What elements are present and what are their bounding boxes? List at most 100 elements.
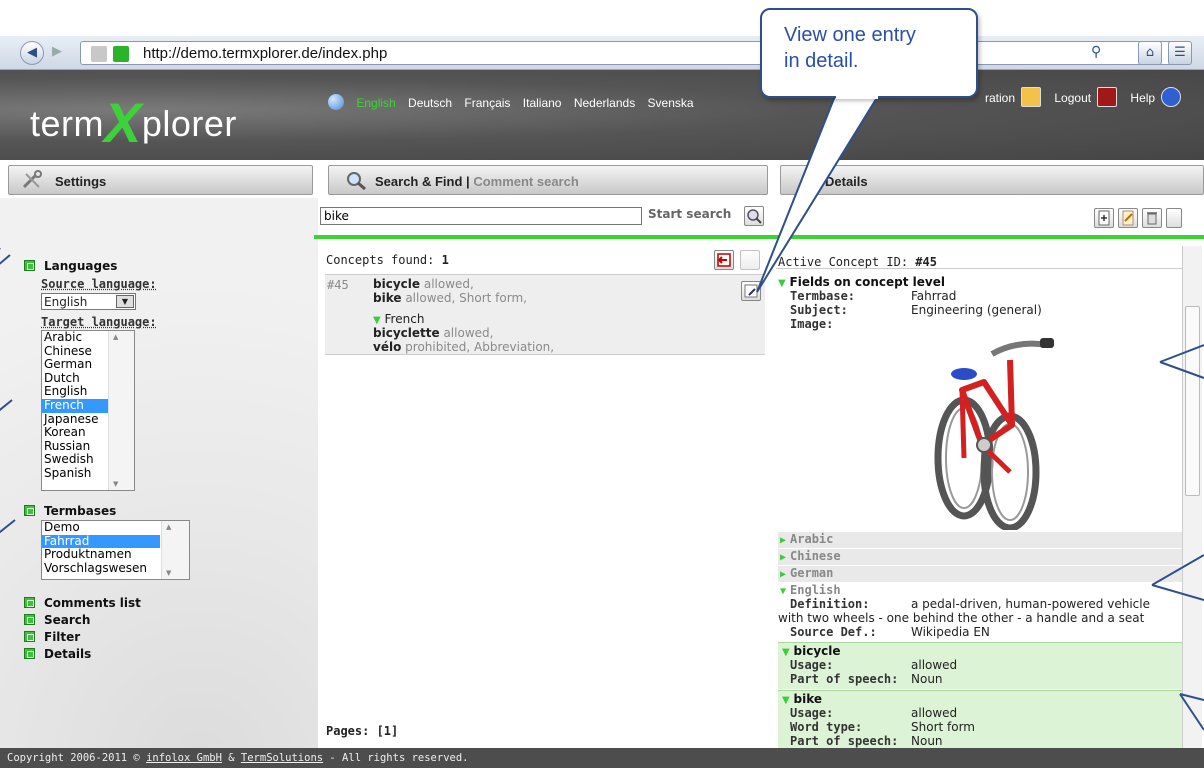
scrollbar[interactable] <box>161 521 189 579</box>
bookmark-icon[interactable]: ☰ <box>1168 41 1192 65</box>
accent-divider <box>314 235 1204 239</box>
source-def-field: Source Def.: <box>790 625 877 639</box>
view-detail-icon[interactable] <box>741 281 761 301</box>
definition-line2: with two wheels - one behind the other -… <box>778 611 1145 625</box>
details-scrollbar[interactable] <box>1182 246 1202 748</box>
logout-link[interactable]: Logout <box>1054 91 1091 105</box>
checkbox-icon <box>24 597 35 608</box>
divider <box>776 268 1182 269</box>
footer: Copyright 2006-2011 © infolox GmbH & Ter… <box>0 748 1204 768</box>
search-panel-header: Search & Find | Comment search <box>328 165 768 195</box>
lang-italiano[interactable]: Italiano <box>523 96 562 110</box>
concepts-found: Concepts found: 1 <box>326 253 449 267</box>
callout-joint <box>836 96 878 99</box>
list-item-selected[interactable]: Fahrrad <box>42 534 160 549</box>
logout-icon[interactable] <box>1097 87 1118 107</box>
checkbox-icon <box>24 614 35 625</box>
result-term: bicyclette allowed, <box>373 326 494 340</box>
definition-field: Definition: <box>790 597 870 611</box>
infolox-link[interactable]: infolox GmbH <box>146 752 222 764</box>
details-panel: Active Concept ID: #45 ▼ Fields on conce… <box>772 198 1204 748</box>
back-icon[interactable]: ◀ <box>20 41 44 65</box>
callout-line-1: View one entry <box>784 24 916 46</box>
edit-entry-icon[interactable] <box>1118 208 1138 228</box>
help-link[interactable]: Help <box>1130 91 1155 105</box>
tab-separator: | <box>466 174 470 189</box>
tools-icon <box>21 170 45 190</box>
browser-toolbar: ◀ ▶ http://demo.termxplorer.de/index.php… <box>0 36 1204 70</box>
subject-value: Engineering (general) <box>911 303 1042 317</box>
interface-language-menu: English Deutsch Français Italiano Nederl… <box>328 94 703 110</box>
lang-nederlands[interactable]: Nederlands <box>574 96 635 110</box>
comments-list-link[interactable]: Comments list <box>24 596 141 610</box>
active-concept-id: Active Concept ID: #45 <box>778 255 937 269</box>
help-icon[interactable] <box>1161 87 1182 107</box>
globe-icon <box>328 94 344 110</box>
termbase-field: Termbase: <box>790 289 856 303</box>
search-bar: Start search <box>318 198 772 236</box>
refresh-icon[interactable] <box>740 250 760 270</box>
details-link[interactable]: Details <box>24 647 91 661</box>
result-id: #45 <box>327 278 349 292</box>
magnifier-icon <box>345 170 369 191</box>
forward-icon[interactable]: ▶ <box>47 41 67 65</box>
filter-link[interactable]: Filter <box>24 630 80 644</box>
search-input[interactable] <box>320 207 642 225</box>
new-entry-icon[interactable] <box>1094 208 1114 228</box>
scrollbar-thumb[interactable] <box>1185 306 1200 496</box>
search-panel: Start search Concepts found: 1 #45 bicyc… <box>318 198 772 748</box>
start-search-button[interactable] <box>744 206 764 226</box>
scrollbar[interactable] <box>108 331 134 490</box>
concept-fields-heading[interactable]: ▼ Fields on concept level <box>778 275 945 289</box>
source-def-value: Wikipedia EN <box>911 625 990 639</box>
languages-heading[interactable]: Languages <box>24 259 117 273</box>
start-search-label[interactable]: Start search <box>648 207 731 221</box>
language-row-arabic[interactable]: ▶ Arabic <box>778 532 1184 548</box>
callout-bubble: View one entry in detail. <box>760 8 978 98</box>
pagination[interactable]: Pages: [1] <box>326 724 398 738</box>
comment-search-tab[interactable]: Comment search <box>473 174 578 189</box>
settings-panel: Languages Source language: English ▼ Tar… <box>0 198 318 748</box>
export-icon[interactable] <box>714 250 734 270</box>
lang-svenska[interactable]: Svenska <box>648 96 694 110</box>
search-icon[interactable]: ⚲ <box>1091 44 1101 60</box>
result-term: bicycle allowed, <box>373 277 474 291</box>
settings-title: Settings <box>55 174 107 189</box>
term-entry-bicycle[interactable]: ▼ bicycle Usage: allowed Part of speech:… <box>778 642 1184 689</box>
checkbox-icon <box>24 648 35 659</box>
search-result-entry[interactable]: #45 bicycle allowed, bike allowed, Short… <box>325 274 765 355</box>
registration-link[interactable]: ration <box>985 91 1015 105</box>
search-link[interactable]: Search <box>24 613 90 627</box>
termbases-heading[interactable]: Termbases <box>24 504 116 518</box>
target-language-list[interactable]: Arabic Chinese German Dutch English Fren… <box>41 330 135 491</box>
search-find-tab[interactable]: Search & Find <box>375 174 462 189</box>
source-language-select[interactable]: English ▼ <box>41 293 136 310</box>
checkbox-icon <box>24 505 35 516</box>
termsolutions-link[interactable]: TermSolutions <box>241 752 323 764</box>
result-target-language: ▼ French <box>373 312 425 326</box>
app-header: termXplorer English Deutsch Français Ita… <box>0 70 1204 160</box>
home-icon[interactable]: ⌂ <box>1138 41 1162 65</box>
definition-line1: a pedal-driven, human-powered vehicle <box>911 597 1150 611</box>
image-field: Image: <box>790 317 834 331</box>
result-term: bike allowed, Short form, <box>373 291 527 305</box>
lang-francais[interactable]: Français <box>464 96 510 110</box>
language-row-german[interactable]: ▶ German <box>778 566 1184 582</box>
delete-icon[interactable] <box>1142 208 1162 228</box>
address-bar[interactable]: http://demo.termxplorer.de/index.php ⚲ <box>80 41 1175 65</box>
subject-field: Subject: <box>790 303 848 317</box>
lang-english[interactable]: English <box>356 96 395 110</box>
reload-icon[interactable] <box>1166 208 1182 228</box>
user-menu: ration Logout Help <box>985 87 1191 107</box>
chevron-down-icon[interactable]: ▼ <box>116 295 134 308</box>
termbases-list[interactable]: Demo Fahrrad Produktnamen Vorschlagswese… <box>41 520 190 580</box>
registration-icon[interactable] <box>1021 87 1042 107</box>
source-language-label: Source language: <box>41 277 157 291</box>
checkbox-icon <box>24 260 35 271</box>
checkbox-icon <box>24 631 35 642</box>
lang-deutsch[interactable]: Deutsch <box>408 96 452 110</box>
language-row-chinese[interactable]: ▶ Chinese <box>778 549 1184 565</box>
termbase-value: Fahrrad <box>911 289 957 303</box>
details-title: Details <box>825 174 868 189</box>
term-entry-bike[interactable]: ▼ bike Usage: allowed Word type: Short f… <box>778 690 1184 748</box>
